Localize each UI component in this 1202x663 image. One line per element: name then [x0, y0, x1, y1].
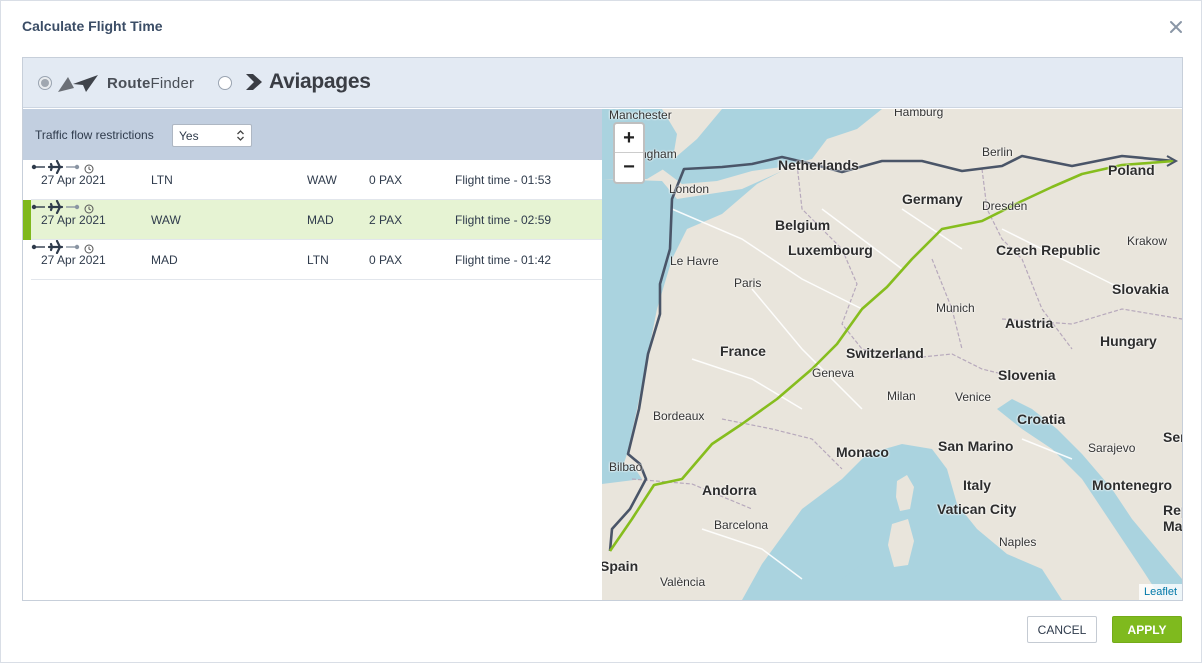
map-label-naples: Naples: [999, 535, 1037, 549]
calculate-flight-time-dialog: Calculate Flight Time RouteFinder Aviapa…: [0, 0, 1202, 663]
map-label-belgium: Belgium: [775, 217, 831, 233]
plane-route-icon: [31, 159, 80, 175]
map-label-birmingham: ngham: [640, 147, 677, 161]
map-label-slovakia: Slovakia: [1112, 281, 1169, 297]
traffic-flow-value: Yes: [179, 129, 199, 143]
map-label-hungary: Hungary: [1100, 333, 1157, 349]
map-label-netherlands: Netherlands: [778, 157, 859, 173]
flight-destination: MAD: [307, 213, 334, 227]
map-label-sarajevo: Sarajevo: [1088, 441, 1136, 455]
map-label-croatia: Croatia: [1017, 411, 1066, 427]
map-label-italy: Italy: [963, 477, 992, 493]
traffic-flow-bar: Traffic flow restrictions Yes: [23, 109, 602, 160]
apply-button[interactable]: APPLY: [1112, 616, 1182, 643]
map-label-bordeaux: Bordeaux: [653, 409, 705, 423]
map-label-lehavre: Le Havre: [670, 254, 719, 268]
flight-destination: LTN: [307, 253, 329, 267]
plane-route-icon: [31, 239, 80, 255]
map-label-venice: Venice: [955, 390, 992, 404]
map-label-repmac1: Repu: [1163, 502, 1182, 518]
routefinder-logo: RouteFinder: [57, 71, 194, 95]
map-label-vatican: Vatican City: [937, 501, 1017, 517]
map-label-austria: Austria: [1005, 315, 1054, 331]
flight-pax: 2 PAX: [369, 213, 403, 227]
map-label-luxembourg: Luxembourg: [788, 242, 873, 258]
map-label-czech: Czech Republic: [996, 242, 1101, 258]
map-label-monaco: Monaco: [836, 444, 889, 460]
map-label-repmac2: Mace: [1163, 518, 1182, 534]
select-caret-icon: [237, 130, 244, 141]
flights-panel: Traffic flow restrictions Yes 27 Apr 202…: [23, 109, 602, 600]
flight-date: 27 Apr 2021: [41, 173, 106, 187]
map-label-andorra: Andorra: [702, 482, 757, 498]
map-label-poland: Poland: [1108, 162, 1155, 178]
map-label-sanmarino: San Marino: [938, 438, 1014, 454]
traffic-flow-label: Traffic flow restrictions: [35, 128, 154, 142]
aviapages-logo: Aviapages: [245, 69, 371, 95]
flight-pax: 0 PAX: [369, 173, 403, 187]
map-label-london: London: [669, 182, 710, 196]
zoom-control: + −: [613, 122, 645, 184]
map-label-manchester: Manchester: [609, 109, 672, 122]
map-label-slovenia: Slovenia: [998, 367, 1056, 383]
map-label-serbia: Serb: [1163, 429, 1182, 445]
flight-date: 27 Apr 2021: [41, 253, 106, 267]
map-label-switzerland: Switzerland: [846, 345, 924, 361]
map-label-germany: Germany: [902, 191, 963, 207]
traffic-flow-select[interactable]: Yes: [172, 124, 252, 147]
map-label-spain: Spain: [602, 558, 639, 574]
routefinder-radio[interactable]: [38, 76, 52, 90]
map-label-bilbao: Bilbao: [609, 460, 643, 474]
map-label-hamburg: Hamburg: [894, 109, 944, 119]
flight-origin: LTN: [151, 173, 173, 187]
routefinder-name: RouteFinder: [107, 74, 195, 92]
plane-route-icon: [31, 199, 80, 215]
flight-time: Flight time - 01:53: [455, 173, 552, 187]
map-label-valencia: València: [660, 575, 706, 589]
flight-list: 27 Apr 2021 LTN WAW 0 PAX Flight time - …: [23, 159, 602, 280]
map-label-dresden: Dresden: [982, 199, 1028, 213]
flight-time: Flight time - 01:42: [455, 253, 552, 267]
calculator-frame: RouteFinder Aviapages Traffic flow restr…: [22, 57, 1183, 601]
provider-bar: RouteFinder Aviapages: [23, 58, 1182, 108]
flight-row-1[interactable]: 27 Apr 2021 LTN WAW 0 PAX Flight time - …: [31, 159, 602, 200]
flight-time: Flight time - 02:59: [455, 213, 552, 227]
cancel-button[interactable]: CANCEL: [1027, 616, 1097, 643]
aviapages-radio[interactable]: [218, 76, 232, 90]
map-label-montenegro: Montenegro: [1092, 477, 1173, 493]
map-label-munich: Munich: [936, 301, 975, 315]
route-map[interactable]: Manchester ngham London Hamburg Netherla…: [602, 109, 1182, 600]
map-label-france: France: [720, 343, 766, 359]
map-attribution-link[interactable]: Leaflet: [1138, 584, 1182, 600]
routefinder-logo-icon: [58, 75, 98, 92]
zoom-out-button[interactable]: −: [615, 153, 643, 182]
close-icon: [1170, 21, 1182, 33]
flight-destination: WAW: [307, 173, 337, 187]
close-button[interactable]: [1167, 18, 1185, 36]
flight-origin: MAD: [151, 253, 178, 267]
map-label-milan: Milan: [887, 389, 916, 403]
flight-row-2[interactable]: 27 Apr 2021 WAW MAD 2 PAX Flight time - …: [23, 199, 602, 240]
map-label-geneva: Geneva: [812, 366, 855, 380]
flight-row-3[interactable]: 27 Apr 2021 MAD LTN 0 PAX Flight time - …: [31, 239, 602, 280]
map-label-paris: Paris: [734, 276, 762, 290]
flight-date: 27 Apr 2021: [41, 213, 106, 227]
flight-pax: 0 PAX: [369, 253, 403, 267]
dialog-title: Calculate Flight Time: [22, 18, 163, 34]
flight-origin: WAW: [151, 213, 181, 227]
aviapages-name: Aviapages: [269, 70, 371, 93]
map-label-krakow: Krakow: [1127, 234, 1168, 248]
map-label-barcelona: Barcelona: [714, 518, 769, 532]
aviapages-logo-icon: [245, 74, 262, 90]
map-label-berlin: Berlin: [982, 145, 1013, 159]
zoom-in-button[interactable]: +: [615, 124, 643, 153]
